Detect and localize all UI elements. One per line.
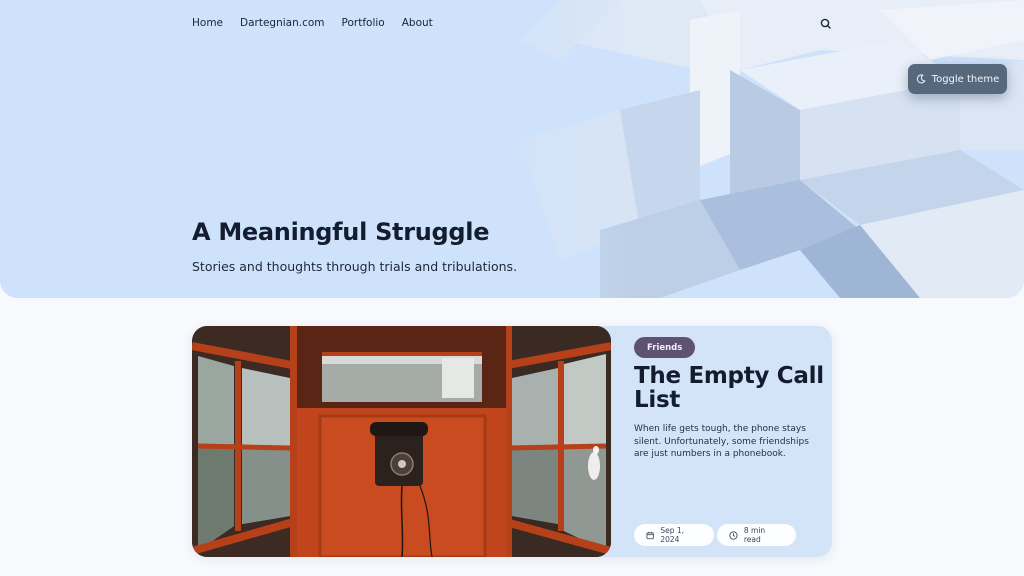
moon-icon <box>916 74 926 84</box>
featured-post-card[interactable]: Friends The Empty Call List When life ge… <box>192 326 832 557</box>
search-icon <box>820 18 831 29</box>
nav-home[interactable]: Home <box>192 17 223 29</box>
post-cover-image[interactable] <box>192 326 611 557</box>
post-read-time-badge: 8 min read <box>717 524 796 546</box>
post-category-tag[interactable]: Friends <box>634 337 696 358</box>
calendar-icon <box>646 531 654 539</box>
main-nav: Home Dartegnian.com Portfolio About <box>192 17 433 29</box>
page-subtitle: Stories and thoughts through trials and … <box>192 259 518 274</box>
post-title[interactable]: The Empty Call List <box>634 364 824 412</box>
search-button[interactable] <box>817 15 835 33</box>
toggle-theme-label: Toggle theme <box>931 73 1000 85</box>
nav-portfolio[interactable]: Portfolio <box>342 17 385 29</box>
hero-banner: Home Dartegnian.com Portfolio About Togg… <box>0 0 1024 298</box>
hero-abstract-background <box>0 0 1024 298</box>
toggle-theme-button[interactable]: Toggle theme <box>908 64 1007 94</box>
post-read-time: 8 min read <box>743 526 766 544</box>
post-date-badge: Sep 1, 2024 <box>634 524 714 546</box>
nav-dartegnian[interactable]: Dartegnian.com <box>240 17 325 29</box>
post-date: Sep 1, 2024 <box>660 526 684 544</box>
post-excerpt: When life gets tough, the phone stays si… <box>634 424 809 459</box>
clock-icon <box>729 530 738 540</box>
page-title: A Meaningful Struggle <box>192 218 490 246</box>
nav-about[interactable]: About <box>402 17 433 29</box>
